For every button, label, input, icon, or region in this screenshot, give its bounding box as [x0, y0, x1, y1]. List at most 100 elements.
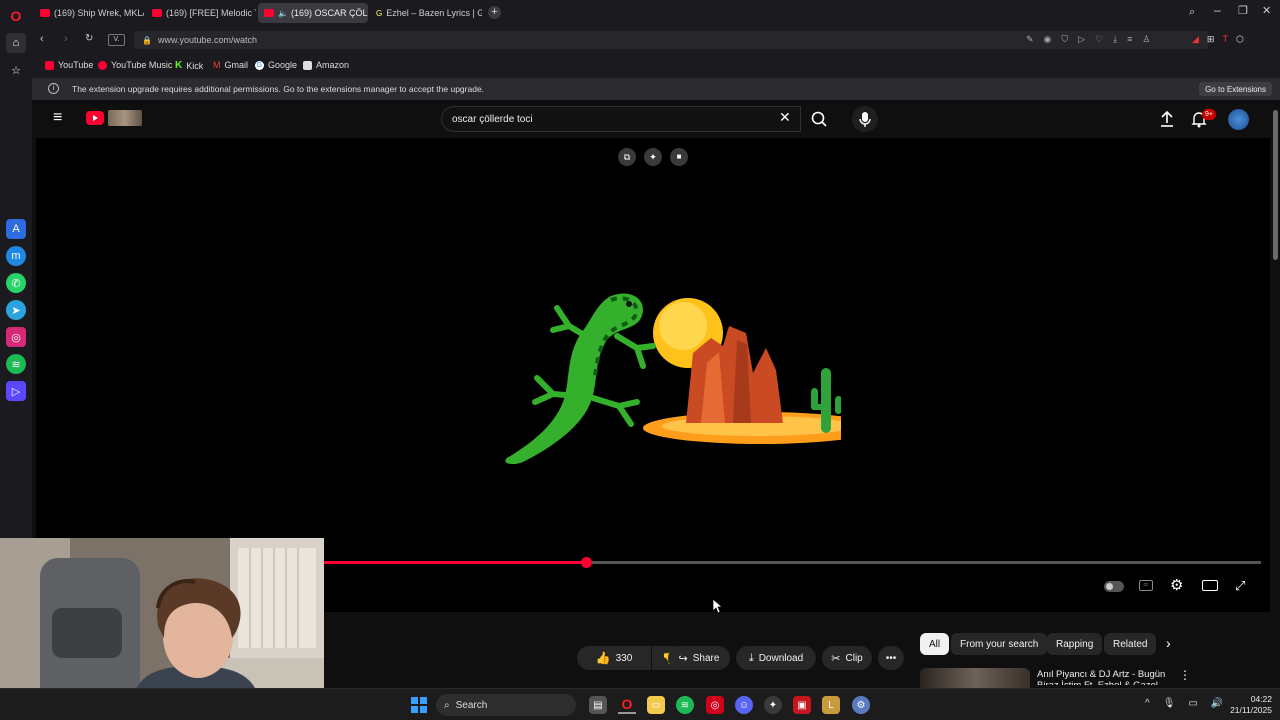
hamburger-menu-icon[interactable]: ≡ [53, 110, 62, 126]
sparkle-icon[interactable]: ✦ [644, 148, 662, 166]
display-icon[interactable]: ▭ [1188, 698, 1197, 709]
search-button[interactable] [801, 106, 837, 132]
new-tab-button[interactable]: + [488, 6, 501, 19]
tab-oscar[interactable]: 🔈(169) OSCAR ÇÖLLERD [258, 3, 368, 23]
download-icon[interactable]: ⤓ [1113, 34, 1117, 45]
search-input[interactable]: oscar çöllerde toci [441, 106, 801, 132]
bookmark-google[interactable]: G Google [255, 60, 297, 70]
forward-icon[interactable]: › [64, 33, 68, 45]
search-tabs-icon[interactable]: ⌕ [1189, 6, 1195, 19]
star-icon[interactable]: ☆ [6, 60, 26, 80]
miniplayer-icon[interactable]: ⧉ [618, 148, 636, 166]
menu-icon[interactable]: ≡ [1127, 34, 1132, 45]
page-scrollbar[interactable] [1271, 100, 1280, 688]
recommended-more-icon[interactable]: ⋮ [1179, 668, 1191, 682]
bookmark-youtube-music[interactable]: YouTube Music [98, 60, 172, 70]
extension-red-icon[interactable]: ◢ [1192, 34, 1199, 45]
bookmark-amazon[interactable]: Amazon [303, 60, 349, 70]
recommended-thumbnail[interactable] [920, 668, 1030, 688]
app-red-icon[interactable]: ◎ [706, 696, 724, 714]
spotify-taskbar-icon[interactable]: ≋ [676, 696, 694, 714]
share-button[interactable]: ↪ Share [668, 646, 730, 670]
recommended-title[interactable]: Anıl Piyancı & DJ Artz - Bugün Biraz İçt… [1037, 669, 1172, 685]
edit-icon[interactable]: ✎ [1026, 34, 1034, 45]
site-info-badge[interactable]: V. [108, 34, 125, 46]
download-button[interactable]: ⤓ Download [736, 646, 816, 670]
taskbar-search-box[interactable]: ⌕ Search [436, 694, 576, 716]
tab-melodic-type[interactable]: (169) [FREE] Melodic Type [146, 3, 256, 23]
clock-date: 21/11/2025 [1230, 705, 1272, 715]
minimize-button[interactable]: – [1214, 3, 1221, 17]
aria-icon[interactable]: A [6, 219, 26, 239]
chevron-right-icon[interactable]: › [1166, 635, 1171, 651]
telegram-icon[interactable]: ➤ [6, 300, 26, 320]
chip-rapping[interactable]: Rapping [1047, 633, 1103, 655]
reload-icon[interactable]: ↻ [85, 33, 93, 44]
settings-app-icon[interactable]: ⚙ [852, 696, 870, 714]
clear-search-icon[interactable]: ✕ [779, 109, 791, 126]
league-client-icon[interactable]: L [822, 696, 840, 714]
microphone-tray-icon[interactable]: 🎙 [1163, 698, 1176, 709]
play-icon[interactable]: ▷ [1078, 34, 1085, 45]
opera-logo-icon[interactable]: O [6, 6, 26, 26]
app-red-square-icon[interactable]: ▣ [793, 696, 811, 714]
tab-ship-wrek[interactable]: (169) Ship Wrek, MKLA - S [34, 3, 144, 23]
camera-icon[interactable]: ◉ [1044, 34, 1052, 45]
upload-button[interactable] [1159, 110, 1175, 128]
scrubber-handle[interactable] [580, 557, 592, 568]
whatsapp-icon[interactable]: ✆ [6, 273, 26, 293]
camera-record-icon[interactable]: ■ [670, 148, 688, 166]
file-explorer-icon[interactable]: ▭ [647, 696, 665, 714]
tab-genius[interactable]: GEzhel – Bazen Lyrics | Geni [370, 3, 482, 23]
theater-mode-icon[interactable] [1202, 580, 1218, 591]
profile-icon[interactable]: ♙ [1142, 34, 1150, 45]
fullscreen-icon[interactable]: ⤢ [1235, 578, 1245, 594]
home-icon[interactable]: ⌂ [6, 33, 26, 53]
like-button[interactable]: 👍 330 [577, 646, 651, 670]
youtube-favicon-icon [264, 9, 274, 17]
bookmark-gmail[interactable]: M Gmail [213, 60, 248, 70]
tray-expand-icon[interactable]: ^ [1145, 698, 1150, 709]
back-icon[interactable]: ‹ [40, 33, 44, 45]
instagram-icon[interactable]: ◎ [6, 327, 26, 347]
youtube-music-icon [98, 60, 107, 70]
go-to-extensions-button[interactable]: Go to Extensions [1199, 82, 1272, 96]
settings-gear-icon[interactable]: ⚙ [1170, 578, 1183, 593]
opera-taskbar-icon[interactable]: O [618, 696, 636, 714]
chip-from-your-search[interactable]: From your search [951, 633, 1048, 655]
windows-start-icon[interactable] [410, 696, 428, 714]
extension-ts-icon[interactable]: ⊞ [1207, 34, 1215, 45]
messenger-icon[interactable]: m [6, 246, 26, 266]
subtitles-icon[interactable]: cc [1139, 580, 1153, 591]
bookmarks-bar: YouTube YouTube Music K Kick M Gmail G Goog… [32, 54, 1280, 78]
scrollbar-thumb[interactable] [1273, 110, 1278, 260]
youtube-logo-icon[interactable] [86, 111, 104, 125]
spotify-icon[interactable]: ≋ [6, 354, 26, 374]
task-view-icon[interactable]: ▤ [589, 696, 607, 714]
chip-all[interactable]: All [920, 633, 950, 655]
extension-icons: ◢ ⊞ T ⬡ [1192, 34, 1244, 45]
app-gray-icon[interactable]: ✦ [764, 696, 782, 714]
bookmark-kick[interactable]: K Kick [175, 60, 203, 71]
restore-button[interactable]: ❐ [1238, 4, 1248, 17]
bookmark-label: Google [268, 60, 298, 70]
progress-bar[interactable] [323, 557, 1261, 568]
clip-button[interactable]: ✂ Clip [822, 646, 872, 670]
youtube-doodle-logo[interactable] [108, 110, 142, 126]
autoplay-toggle[interactable] [1104, 581, 1124, 592]
discord-icon[interactable]: ☺ [735, 696, 753, 714]
chip-related[interactable]: Related [1104, 633, 1157, 655]
windows-taskbar: ⌕ Search ▤ O ▭ ≋ ◎ ☺ ✦ ▣ L ⚙ ^ 🎙 ▭ 🔊 04:… [0, 688, 1280, 720]
extensions-cube-icon[interactable]: ⬡ [1236, 34, 1244, 45]
voice-search-button[interactable] [852, 106, 878, 132]
shield-icon[interactable]: ⛉ [1061, 34, 1068, 45]
avatar[interactable] [1228, 109, 1249, 130]
bookmark-youtube[interactable]: YouTube [45, 60, 93, 70]
clock[interactable]: 04:22 21/11/2025 [1222, 694, 1272, 716]
youtube-header: ≡ oscar çöllerde toci ✕ 9+ [36, 100, 1270, 138]
player-icon[interactable]: ▷ [6, 381, 26, 401]
more-actions-button[interactable]: ••• [878, 646, 904, 670]
close-window-button[interactable]: ✕ [1262, 4, 1271, 17]
extension-tt-icon[interactable]: T [1222, 34, 1228, 45]
heart-icon[interactable]: ♡ [1095, 34, 1103, 45]
